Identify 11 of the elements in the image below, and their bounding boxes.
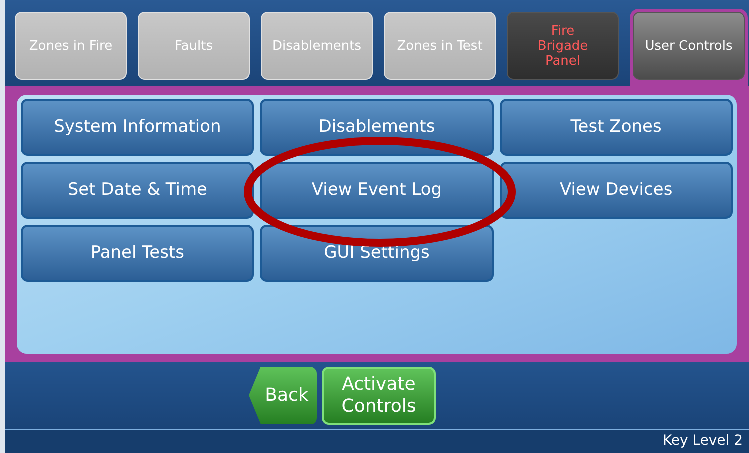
activate-button[interactable]: Activate Controls <box>322 366 436 424</box>
menu-button[interactable]: View Event Log <box>260 162 494 219</box>
menu-button[interactable]: System Information <box>21 99 254 156</box>
menu-button[interactable]: Test Zones <box>500 99 733 156</box>
menu-button[interactable]: Panel Tests <box>21 225 254 282</box>
status-text: Key Level 2 <box>662 432 743 451</box>
back-button[interactable]: Back <box>249 366 317 424</box>
tab[interactable]: User Controls <box>633 12 745 80</box>
menu-button[interactable]: Set Date & Time <box>21 162 254 219</box>
menu-button[interactable]: View Devices <box>500 162 733 219</box>
tab[interactable]: Fire Brigade Panel <box>507 12 619 80</box>
